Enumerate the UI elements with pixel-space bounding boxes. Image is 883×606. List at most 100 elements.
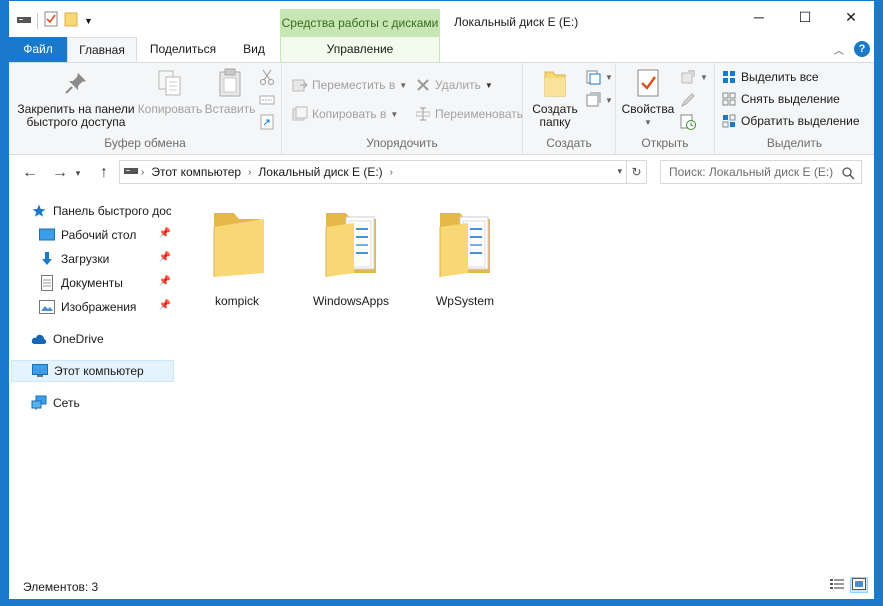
new-folder-icon[interactable] xyxy=(64,11,78,30)
pin-icon[interactable]: 📌 xyxy=(159,300,171,311)
copy-to-icon xyxy=(292,106,308,122)
address-drive-icon xyxy=(120,165,138,179)
paste-button[interactable]: Вставить xyxy=(203,67,257,116)
tab-file[interactable]: Файл xyxy=(9,37,67,62)
copy-path-icon xyxy=(259,92,275,108)
delete-button[interactable]: Удалить ▼ xyxy=(415,77,493,93)
edit-button[interactable] xyxy=(680,92,696,108)
folder-item[interactable]: WindowsApps xyxy=(303,201,399,308)
cut-button[interactable] xyxy=(259,69,275,85)
organize-group: Переместить в ▼ Копировать в ▼ Удалить ▼… xyxy=(282,63,523,154)
copy-to-dropdown-icon: ▼ xyxy=(390,109,399,119)
qat-separator xyxy=(37,12,38,29)
folder-item[interactable]: kompick xyxy=(189,201,285,308)
cloud-icon xyxy=(31,331,47,347)
copy-to-button[interactable]: Копировать в ▼ xyxy=(292,106,398,122)
chevron-up-icon[interactable]: ︿ xyxy=(834,42,844,57)
tab-manage[interactable]: Управление xyxy=(280,37,440,62)
nav-item-desktop[interactable]: Рабочий стол 📌 xyxy=(39,224,173,246)
pin-icon[interactable]: 📌 xyxy=(159,252,171,263)
nav-item-downloads[interactable]: Загрузки 📌 xyxy=(39,248,173,270)
new-folder-label-line2: папку xyxy=(539,115,571,129)
open-dropdown-icon: ▼ xyxy=(700,72,708,82)
nav-item-onedrive[interactable]: OneDrive xyxy=(31,328,171,350)
copy-icon xyxy=(154,67,186,99)
rename-button[interactable]: Переименовать xyxy=(415,106,523,122)
folder-item[interactable]: WpSystem xyxy=(417,201,513,308)
tab-view[interactable]: Вид xyxy=(231,37,277,62)
breadcrumb-drive-e[interactable]: Локальный диск E (E:) xyxy=(254,165,386,179)
paste-shortcut-button[interactable] xyxy=(259,114,275,130)
up-button[interactable]: ↑ xyxy=(93,163,115,183)
file-list: kompick WindowsApps WpSystem xyxy=(174,191,874,569)
ribbon-tabs: Файл Главная Поделиться Вид Управление ︿… xyxy=(9,37,874,63)
large-icons-view-button[interactable] xyxy=(850,577,868,593)
pin-icon[interactable]: 📌 xyxy=(159,276,171,287)
folder-with-files-icon xyxy=(430,201,500,279)
refresh-button[interactable]: ↻ xyxy=(626,161,646,183)
invert-selection-button[interactable]: Обратить выделение xyxy=(721,113,860,129)
nav-item-documents[interactable]: Документы 📌 xyxy=(39,272,173,294)
copy-button[interactable]: Копировать xyxy=(137,67,203,116)
easy-access-button[interactable]: ▼ xyxy=(585,92,613,108)
select-all-label: Выделить все xyxy=(741,70,819,84)
nav-item-this-pc[interactable]: Этот компьютер xyxy=(11,360,174,382)
address-row: ← → ▾ ↑ › Этот компьютер › Локальный дис… xyxy=(9,155,874,191)
folder-with-files-icon xyxy=(316,201,386,279)
properties-button[interactable]: Свойства ▼ xyxy=(620,67,676,129)
large-icons-view-icon xyxy=(852,577,866,593)
breadcrumb-chevron-icon[interactable]: › xyxy=(138,167,147,178)
view-switcher xyxy=(828,577,868,593)
details-view-button[interactable] xyxy=(828,577,846,593)
breadcrumb-chevron-icon[interactable]: › xyxy=(387,167,396,178)
back-button[interactable]: ← xyxy=(19,163,41,183)
pin-icon xyxy=(60,67,92,99)
open-group: Свойства ▼ ▼ Открыть xyxy=(616,63,715,154)
properties-icon[interactable] xyxy=(44,11,58,30)
pictures-icon xyxy=(39,299,55,315)
copy-path-button[interactable] xyxy=(259,92,275,108)
history-button[interactable] xyxy=(680,114,696,130)
breadcrumb-this-pc[interactable]: Этот компьютер xyxy=(147,165,245,179)
nav-onedrive-label: OneDrive xyxy=(53,332,104,346)
select-all-button[interactable]: Выделить все xyxy=(721,69,819,85)
maximize-button[interactable]: ☐ xyxy=(782,1,828,33)
tab-share[interactable]: Поделиться xyxy=(141,37,225,62)
nav-item-network[interactable]: Сеть xyxy=(31,392,171,414)
nav-item-pictures[interactable]: Изображения 📌 xyxy=(39,296,173,318)
move-to-button[interactable]: Переместить в ▼ xyxy=(292,77,407,93)
nav-downloads-label: Загрузки xyxy=(61,252,110,266)
open-icon xyxy=(680,69,696,85)
breadcrumb-chevron-icon[interactable]: › xyxy=(245,167,254,178)
close-button[interactable]: ✕ xyxy=(828,1,874,33)
help-icon[interactable]: ? xyxy=(854,41,870,57)
clipboard-group: Закрепить на панели быстрого доступа Коп… xyxy=(9,63,282,154)
move-to-dropdown-icon: ▼ xyxy=(399,80,408,90)
nav-item-quick-access[interactable]: Панель быстрого доступа xyxy=(31,200,171,222)
desktop-icon xyxy=(39,227,55,243)
folder-name: WindowsApps xyxy=(312,294,390,308)
address-dropdown-icon[interactable]: ▾ xyxy=(617,166,622,177)
address-bar[interactable]: › Этот компьютер › Локальный диск E (E:)… xyxy=(119,160,647,184)
new-group-label: Создать xyxy=(546,136,592,150)
search-input[interactable]: Поиск: Локальный диск E (E:) xyxy=(660,160,862,184)
nav-documents-label: Документы xyxy=(61,276,123,290)
new-item-button[interactable]: ▼ xyxy=(585,69,613,85)
recent-locations-button[interactable]: ▾ xyxy=(71,163,85,183)
forward-button[interactable]: → xyxy=(49,163,71,183)
items-count: Элементов: 3 xyxy=(23,580,99,594)
refresh-icon: ↻ xyxy=(631,165,642,179)
qat-dropdown-icon[interactable]: ▼ xyxy=(84,16,93,26)
invert-selection-icon xyxy=(721,113,737,129)
select-none-button[interactable]: Снять выделение xyxy=(721,91,840,107)
delete-label: Удалить xyxy=(435,78,481,92)
pin-icon[interactable]: 📌 xyxy=(159,228,171,239)
pin-to-quick-access-button[interactable]: Закрепить на панели быстрого доступа xyxy=(13,67,139,129)
window-controls: ─ ☐ ✕ xyxy=(736,1,874,33)
open-button[interactable]: ▼ xyxy=(680,69,708,85)
drive-icon xyxy=(17,14,31,28)
minimize-button[interactable]: ─ xyxy=(736,1,782,33)
tab-home[interactable]: Главная xyxy=(67,37,137,63)
new-folder-button[interactable]: Создать папку xyxy=(527,67,583,129)
details-view-icon xyxy=(830,578,844,593)
